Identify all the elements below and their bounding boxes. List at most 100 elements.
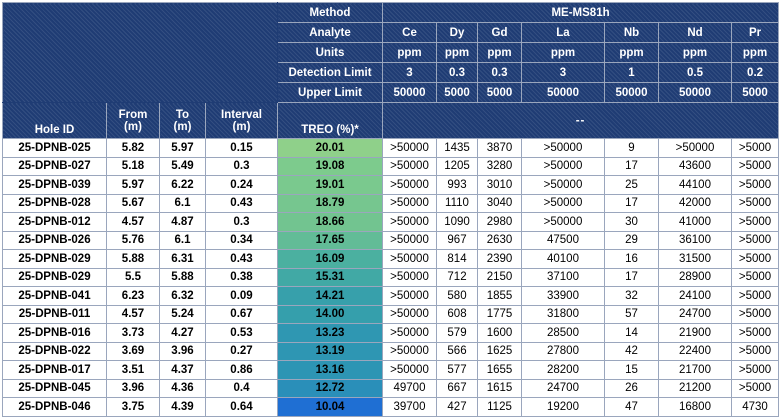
dy-cell: 967	[436, 230, 478, 250]
treo-cell: 17.65	[277, 230, 383, 250]
treo-cell: 13.16	[277, 360, 383, 380]
treo-cell: 20.01	[277, 138, 383, 158]
la-cell: 31800	[521, 304, 605, 324]
table-row: 25-DPNB-041 6.23 6.32 0.09 14.21 >50000 580 185…	[2, 286, 780, 306]
la-cell: 24700	[521, 378, 605, 398]
hole-id-cell: 25-DPNB-041	[2, 286, 107, 306]
la-cell: 19200	[521, 397, 605, 417]
treo-cell: 15.31	[277, 267, 383, 287]
table-row: 25-DPNB-045 3.96 4.36 0.4 12.72 49700 667 1615 2…	[2, 378, 780, 398]
nb-cell: 26	[604, 378, 659, 398]
detection-limit-label: Detection Limit	[277, 62, 383, 83]
to-header-label: To	[175, 108, 190, 121]
from-cell: 4.57	[106, 304, 160, 324]
hole-id-header: Hole ID	[2, 102, 107, 139]
treo-cell: 13.19	[277, 341, 383, 361]
table-row: 25-DPNB-025 5.82 5.97 0.15 20.01 >50000 1435 38…	[2, 138, 780, 158]
nd-cell: 36100	[658, 230, 732, 250]
to-cell: 3.96	[159, 341, 206, 361]
from-header: From (m)	[106, 102, 160, 139]
hole-id-cell: 25-DPNB-028	[2, 193, 107, 213]
gd-cell: 3870	[477, 138, 522, 158]
unit-nb: ppm	[604, 42, 659, 63]
nd-cell: 16800	[658, 397, 732, 417]
interval-cell: 0.43	[205, 193, 278, 213]
assay-results-table: Method ME-MS81h Analyte Ce Dy Gd La Nb N…	[2, 2, 780, 417]
gd-cell: 1600	[477, 323, 522, 343]
ce-cell: >50000	[382, 249, 437, 269]
pr-cell: >5000	[730, 286, 780, 306]
analyte-nd: Nd	[658, 22, 732, 43]
nb-cell: 17	[604, 156, 659, 176]
interval-header: Interval (m)	[205, 102, 278, 139]
unit-pr: ppm	[730, 42, 780, 63]
gd-cell: 1855	[477, 286, 522, 306]
interval-cell: 0.53	[205, 323, 278, 343]
nb-cell: 30	[604, 212, 659, 232]
interval-cell: 0.09	[205, 286, 278, 306]
pr-cell: >5000	[730, 175, 780, 195]
unit-la: ppm	[521, 42, 605, 63]
from-cell: 5.5	[106, 267, 160, 287]
detection-limit-la: 3	[521, 62, 605, 83]
nd-cell: 31500	[658, 249, 732, 269]
analyte-dy: Dy	[436, 22, 478, 43]
to-cell: 6.22	[159, 175, 206, 195]
detection-limit-dy: 0.3	[436, 62, 478, 83]
unit-gd: ppm	[477, 42, 522, 63]
treo-cell: 12.72	[277, 378, 383, 398]
nb-cell: 15	[604, 360, 659, 380]
nd-cell: 41000	[658, 212, 732, 232]
from-cell: 6.23	[106, 286, 160, 306]
ce-cell: >50000	[382, 267, 437, 287]
detection-limit-nd: 0.5	[658, 62, 732, 83]
upper-limit-nb: 50000	[604, 82, 659, 103]
treo-cell: 19.08	[277, 156, 383, 176]
upper-limit-dy: 5000	[436, 82, 478, 103]
pr-cell: >5000	[730, 212, 780, 232]
ce-cell: >50000	[382, 175, 437, 195]
la-cell: >50000	[521, 212, 605, 232]
interval-cell: 0.86	[205, 360, 278, 380]
ce-cell: >50000	[382, 230, 437, 250]
analyte-la: La	[521, 22, 605, 43]
dy-cell: 1110	[436, 193, 478, 213]
ce-cell: 49700	[382, 378, 437, 398]
nd-cell: 21200	[658, 378, 732, 398]
from-cell: 5.76	[106, 230, 160, 250]
table-row: 25-DPNB-029 5.88 6.31 0.43 16.09 >50000 814 239…	[2, 249, 780, 269]
treo-cell: 13.23	[277, 323, 383, 343]
header-blank-area	[2, 2, 278, 103]
pr-cell: >5000	[730, 138, 780, 158]
treo-cell: 14.00	[277, 304, 383, 324]
interval-cell: 0.43	[205, 249, 278, 269]
nd-cell: 44100	[658, 175, 732, 195]
unit-dy: ppm	[436, 42, 478, 63]
nd-cell: 43600	[658, 156, 732, 176]
la-cell: 33900	[521, 286, 605, 306]
gd-cell: 1615	[477, 378, 522, 398]
nd-cell: 24700	[658, 304, 732, 324]
table-row: 25-DPNB-022 3.69 3.96 0.27 13.19 >50000 566 162…	[2, 341, 780, 361]
detection-limit-ce: 3	[382, 62, 437, 83]
la-cell: 28500	[521, 323, 605, 343]
dy-cell: 1090	[436, 212, 478, 232]
gd-cell: 1625	[477, 341, 522, 361]
to-cell: 4.36	[159, 378, 206, 398]
treo-cell: 18.66	[277, 212, 383, 232]
dy-cell: 608	[436, 304, 478, 324]
upper-limit-label: Upper Limit	[277, 82, 383, 103]
ce-cell: 39700	[382, 397, 437, 417]
nd-cell: 21700	[658, 360, 732, 380]
dy-cell: 712	[436, 267, 478, 287]
pr-cell: 4730	[730, 397, 780, 417]
table-row: 25-DPNB-029 5.5 5.88 0.38 15.31 >50000 712 2150…	[2, 267, 780, 287]
nb-cell: 57	[604, 304, 659, 324]
la-cell: >50000	[521, 193, 605, 213]
ce-cell: >50000	[382, 304, 437, 324]
to-cell: 5.24	[159, 304, 206, 324]
hole-id-cell: 25-DPNB-046	[2, 397, 107, 417]
hole-id-cell: 25-DPNB-029	[2, 267, 107, 287]
dy-cell: 1435	[436, 138, 478, 158]
to-cell: 5.97	[159, 138, 206, 158]
